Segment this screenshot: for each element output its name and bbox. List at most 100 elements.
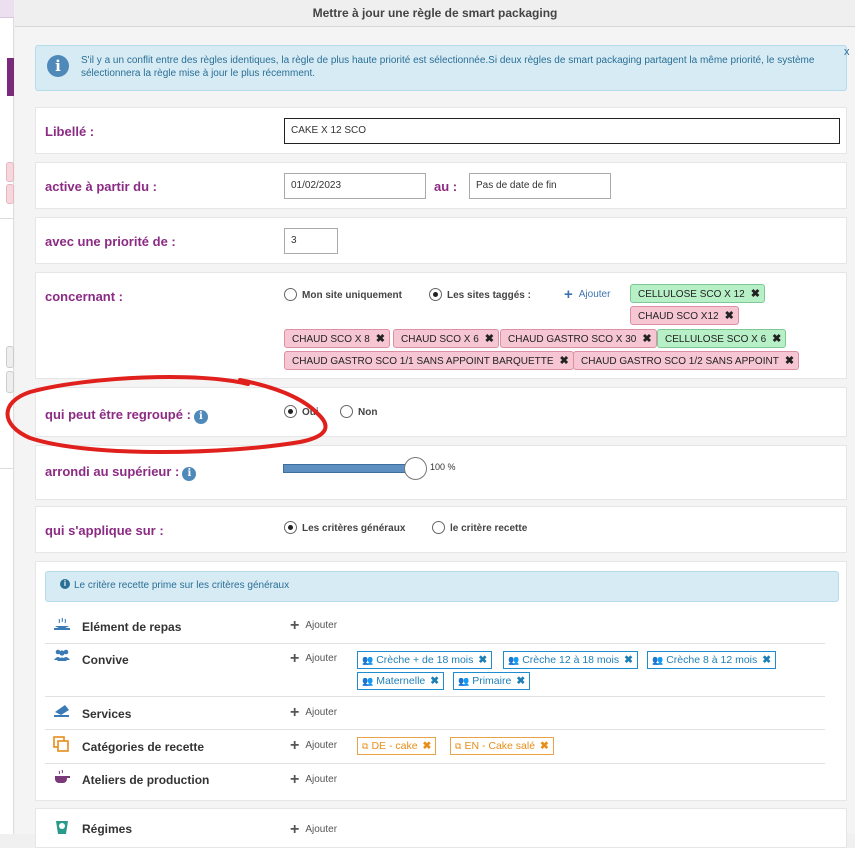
people-icon: 👥 [508, 655, 520, 665]
info-icon[interactable]: i [182, 467, 197, 481]
info-icon: i [47, 55, 69, 77]
site-tag: CHAUD SCO X 6 ✖ [393, 329, 500, 348]
info-banner-text: S'il y a un conflit entre des règles ide… [81, 55, 815, 79]
remove-icon[interactable]: ✖ [751, 288, 760, 300]
radio-recette-label: le critère recette [450, 523, 528, 534]
background-tag [6, 346, 14, 368]
dish-icon [53, 617, 71, 634]
criteria-row-categories: Catégories de recette + Ajouter ⧉ DE - cak… [45, 731, 825, 764]
site-tag-text: CHAUD GASTRO SCO X 30 [508, 334, 637, 345]
site-tag-text: CHAUD SCO X 8 [292, 334, 370, 345]
add-services-button[interactable]: + Ajouter [290, 704, 337, 722]
plus-icon: + [290, 650, 300, 667]
recipe-note: i Le critère recette prime sur les critè… [45, 571, 839, 602]
active-label: active à partir du : [45, 179, 157, 194]
site-tag-text: CHAUD SCO X 6 [401, 334, 479, 345]
add-site-label: Ajouter [578, 289, 611, 300]
active-row: active à partir du : 01/02/2023 au : Pas… [35, 162, 847, 209]
background-accent [7, 58, 14, 96]
convive-tag: 👥 Maternelle ✖ [357, 672, 445, 690]
remove-icon[interactable]: ✖ [430, 675, 439, 687]
remove-icon[interactable]: ✖ [560, 355, 569, 367]
remove-icon[interactable]: ✖ [642, 333, 651, 345]
remove-icon[interactable]: ✖ [772, 333, 781, 345]
modal-title: Mettre à jour une règle de smart packagi… [15, 0, 855, 27]
site-tag: CELLULOSE SCO X 6 ✖ [657, 329, 787, 348]
remove-icon[interactable]: ✖ [423, 740, 432, 752]
applique-label: qui s'applique sur : [45, 523, 164, 538]
radio-circle[interactable] [284, 521, 297, 534]
remove-icon[interactable]: ✖ [540, 740, 549, 752]
site-tag-text: CHAUD GASTRO SCO 1/1 SANS APPOINT BARQUE… [292, 356, 554, 367]
smart-packaging-modal: Mettre à jour une règle de smart packagi… [15, 0, 855, 848]
criteria-label: Ateliers de production [82, 773, 210, 787]
radio-criteres-generaux[interactable]: Les critères généraux [284, 521, 405, 534]
copy-icon [53, 736, 71, 755]
arrondi-label-text: arrondi au supérieur : [45, 464, 180, 479]
radio-circle[interactable] [432, 521, 445, 534]
site-tag: CHAUD GASTRO SCO X 30 ✖ [500, 329, 657, 348]
convive-tag: 👥 Primaire ✖ [453, 672, 531, 690]
applique-row: qui s'applique sur : Les critères généra… [35, 506, 847, 553]
background-tag [6, 371, 14, 393]
atelier-icon [53, 769, 71, 788]
background-tag [6, 162, 14, 182]
start-date-input[interactable]: 01/02/2023 [284, 173, 426, 199]
radio-circle[interactable] [429, 288, 442, 301]
remove-icon[interactable]: ✖ [516, 675, 525, 687]
copy-icon: ⧉ [362, 741, 369, 751]
remove-icon[interactable]: ✖ [478, 654, 487, 666]
criteria-row-element-repas: Elément de repas + Ajouter [45, 612, 825, 644]
background-divider [0, 468, 14, 469]
radio-mon-site[interactable]: Mon site uniquement [284, 288, 402, 301]
add-site-button[interactable]: + Ajouter [564, 286, 610, 303]
background-tag [6, 184, 14, 204]
background-header [0, 0, 14, 18]
convive-tag-text: Crèche 12 à 18 mois [522, 654, 620, 666]
add-regimes-button[interactable]: + Ajouter [290, 821, 337, 839]
arrondi-row: arrondi au supérieur :i [35, 445, 847, 500]
convive-tag-text: Primaire [472, 675, 512, 687]
remove-icon[interactable]: ✖ [785, 355, 794, 367]
convive-tag-text: Maternelle [376, 675, 426, 687]
remove-icon[interactable]: ✖ [485, 333, 494, 345]
radio-sites-tagges-label: Les sites taggés : [447, 290, 531, 301]
remove-icon[interactable]: ✖ [762, 654, 771, 666]
add-categories-button[interactable]: + Ajouter [290, 737, 337, 755]
criteria-row-ateliers: Ateliers de production + Ajouter [45, 765, 825, 797]
convive-tag-text: Crèche 8 à 12 mois [666, 654, 758, 666]
radio-sites-tagges[interactable]: Les sites taggés : [429, 288, 531, 301]
convive-tag-text: Crèche + de 18 mois [376, 654, 474, 666]
plus-icon: + [290, 771, 300, 788]
libelle-input[interactable]: CAKE X 12 SCO [284, 118, 840, 144]
site-tag: CHAUD GASTRO SCO 1/2 SANS APPOINT ✖ [573, 351, 800, 370]
priority-label: avec une priorité de : [45, 234, 176, 249]
site-tag: CHAUD GASTRO SCO 1/1 SANS APPOINT BARQUE… [284, 351, 574, 370]
add-convive-button[interactable]: + Ajouter [290, 650, 337, 668]
criteria-label: Services [82, 707, 132, 721]
background-page [0, 0, 14, 834]
convive-tag: 👥 Crèche 12 à 18 mois ✖ [503, 651, 638, 669]
end-date-input[interactable]: Pas de date de fin [469, 173, 611, 199]
radio-critere-recette[interactable]: le critère recette [432, 521, 527, 534]
people-icon: 👥 [652, 655, 664, 665]
plus-icon: + [290, 737, 300, 754]
end-date-label: au : [434, 179, 458, 194]
close-icon[interactable]: x [844, 46, 854, 59]
convive-tag: 👥 Crèche + de 18 mois ✖ [357, 651, 493, 669]
remove-icon[interactable]: ✖ [624, 654, 633, 666]
radio-circle[interactable] [284, 288, 297, 301]
add-ateliers-button[interactable]: + Ajouter [290, 771, 337, 789]
site-tag-text: CHAUD GASTRO SCO 1/2 SANS APPOINT [581, 356, 779, 367]
convive-tag: 👥 Crèche 8 à 12 mois ✖ [647, 651, 777, 669]
add-element-repas-button[interactable]: + Ajouter [290, 617, 337, 635]
add-label: Ajouter [305, 824, 338, 835]
site-tag-text: CELLULOSE SCO X 6 [665, 334, 767, 345]
people-icon [53, 649, 71, 664]
people-icon: 👥 [458, 676, 470, 686]
people-icon: 👥 [362, 676, 374, 686]
remove-icon[interactable]: ✖ [725, 310, 734, 322]
priority-input[interactable]: 3 [284, 228, 338, 254]
criteria-label: Convive [82, 653, 129, 667]
remove-icon[interactable]: ✖ [376, 333, 385, 345]
